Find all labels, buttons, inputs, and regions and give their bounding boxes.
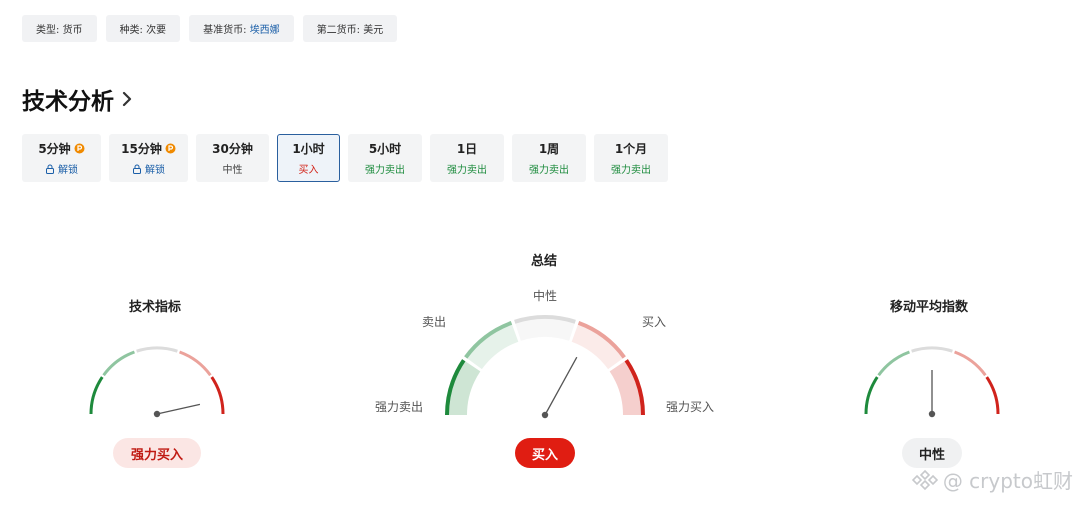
- tag-category-label: 种类:: [119, 25, 143, 36]
- timeframe-tabs: 5分钟 解锁 15分钟 解锁 30分钟 中性 1小时 买入 5小时 强力卖出 1日 强力卖出 1周 强力卖…: [22, 134, 668, 182]
- tab-label-text: 5分钟: [38, 142, 71, 156]
- summary-gauge-title: 总结: [531, 254, 558, 269]
- tag-second-currency: 第二货币: 美元: [302, 15, 398, 42]
- gauge-arc-strong_sell: [864, 376, 879, 415]
- gauge-band-strong_sell: [447, 360, 481, 416]
- summary-label-strong-buy: 强力买入: [666, 400, 715, 414]
- tag-category-value: 次要: [146, 25, 167, 36]
- moving-averages-gauge-title: 移动平均指数: [890, 300, 969, 315]
- gauge-needle: [156, 403, 201, 415]
- gauge-arc-buy: [179, 350, 212, 377]
- tag-base-currency: 基准货币: 埃西娜: [189, 15, 294, 42]
- tab-label: 15分钟: [121, 140, 176, 157]
- gauge-band-sell: [465, 322, 519, 370]
- tab-signal: 解锁: [45, 161, 78, 176]
- base-currency-link[interactable]: 埃西娜: [250, 21, 280, 36]
- tag-base-currency-label: 基准货币:: [203, 25, 247, 36]
- tab-label: 5小时: [369, 140, 401, 157]
- moving-averages-gauge: [864, 346, 1000, 418]
- gauge-needle-hub: [153, 410, 161, 418]
- tab-signal: 强力卖出: [365, 161, 405, 176]
- tab-timeframe[interactable]: 5小时强力卖出: [348, 134, 422, 182]
- tag-second-currency-label: 第二货币:: [316, 25, 361, 36]
- tab-timeframe[interactable]: 1周强力卖出: [512, 134, 586, 182]
- tab-label-text: 1小时: [292, 142, 325, 156]
- gauge-arc-strong_buy: [985, 376, 1000, 415]
- tab-signal-text: 强力卖出: [529, 165, 569, 176]
- summary-label-neutral: 中性: [533, 289, 558, 303]
- tab-label-text: 1周: [538, 142, 560, 156]
- tab-signal-text: 解锁: [58, 165, 78, 176]
- binance-logo-icon: [911, 469, 938, 490]
- gauge-arc-neutral: [911, 346, 953, 353]
- technical-result-badge: 强力买入: [113, 438, 201, 468]
- tab-signal-text: 中性: [222, 165, 243, 176]
- gauge-arc-strong_sell: [89, 376, 104, 415]
- summary-label-strong-sell: 强力卖出: [375, 400, 424, 414]
- pro-badge-icon: [165, 143, 176, 154]
- tab-signal: 买入: [299, 161, 319, 176]
- tab-signal: 中性: [223, 161, 243, 176]
- tab-label: 1个月: [615, 140, 647, 157]
- tab-timeframe[interactable]: 5分钟解锁: [22, 134, 101, 182]
- tab-timeframe[interactable]: 1日强力卖出: [430, 134, 504, 182]
- lock-icon: [45, 164, 55, 174]
- tab-label-text: 5小时: [368, 142, 402, 156]
- tab-signal: 强力卖出: [447, 161, 487, 176]
- gauge-arc-sell: [877, 350, 910, 377]
- gauge-needle-hub: [541, 411, 549, 419]
- technical-analysis-heading[interactable]: 技术分析: [22, 82, 134, 116]
- summary-result-badge: 买入: [515, 438, 575, 468]
- gauge-band-neutral: [514, 317, 576, 341]
- gauge-arc-neutral: [136, 346, 178, 353]
- tab-signal-text: 买入: [298, 165, 319, 176]
- tag-category: 种类: 次要: [105, 15, 181, 42]
- tab-label-text: 1日: [456, 142, 478, 156]
- tab-signal: 解锁: [132, 161, 165, 176]
- tab-label: 1小时: [292, 140, 324, 157]
- pro-badge-icon: [74, 143, 85, 154]
- gauge-band-strong_buy: [609, 360, 643, 416]
- tag-second-currency-value: 美元: [363, 25, 384, 36]
- technical-gauge-title: 技术指标: [129, 300, 182, 315]
- tab-label-text: 1个月: [614, 142, 648, 156]
- summary-gauge: [445, 315, 645, 419]
- tab-timeframe[interactable]: 1小时买入: [277, 134, 340, 182]
- tab-timeframe[interactable]: 15分钟解锁: [109, 134, 188, 182]
- tab-timeframe[interactable]: 30分钟中性: [196, 134, 269, 182]
- tab-label: 30分钟: [212, 140, 253, 157]
- tab-timeframe[interactable]: 1个月强力卖出: [594, 134, 668, 182]
- watermark-text: @ crypto虹财: [942, 469, 1073, 493]
- instrument-tags: 类型: 货币 种类: 次要 基准货币: 埃西娜 第二货币: 美元: [22, 15, 398, 42]
- tab-signal: 强力卖出: [529, 161, 569, 176]
- tag-type: 类型: 货币: [22, 15, 97, 42]
- watermark: @ crypto虹财: [911, 465, 1073, 494]
- gauge-arc-buy: [954, 350, 987, 377]
- gauge-arc-strong_buy: [210, 376, 225, 415]
- tab-label: 1日: [457, 140, 477, 157]
- tab-signal-text: 强力卖出: [365, 165, 405, 176]
- technical-indicators-gauge: [89, 346, 225, 418]
- tab-signal-text: 强力卖出: [447, 165, 487, 176]
- gauge-arc-sell: [102, 350, 135, 377]
- gauge-needle: [544, 356, 578, 416]
- tag-type-label: 类型:: [36, 25, 60, 36]
- tag-type-value: 货币: [62, 25, 83, 36]
- tab-label: 1周: [539, 140, 559, 157]
- lock-icon: [132, 164, 142, 174]
- tab-label-text: 30分钟: [212, 142, 253, 156]
- moving-averages-result-badge: 中性: [902, 438, 962, 468]
- tab-signal-text: 解锁: [145, 165, 165, 176]
- gauge-needle-hub: [928, 410, 936, 418]
- tab-signal: 强力卖出: [611, 161, 651, 176]
- page-title[interactable]: 技术分析: [22, 82, 114, 116]
- tab-signal-text: 强力卖出: [611, 165, 651, 176]
- chevron-right-icon: [122, 91, 132, 107]
- tab-label-text: 15分钟: [121, 142, 162, 156]
- tab-label: 5分钟: [38, 140, 85, 157]
- gauge-band-buy: [571, 322, 625, 370]
